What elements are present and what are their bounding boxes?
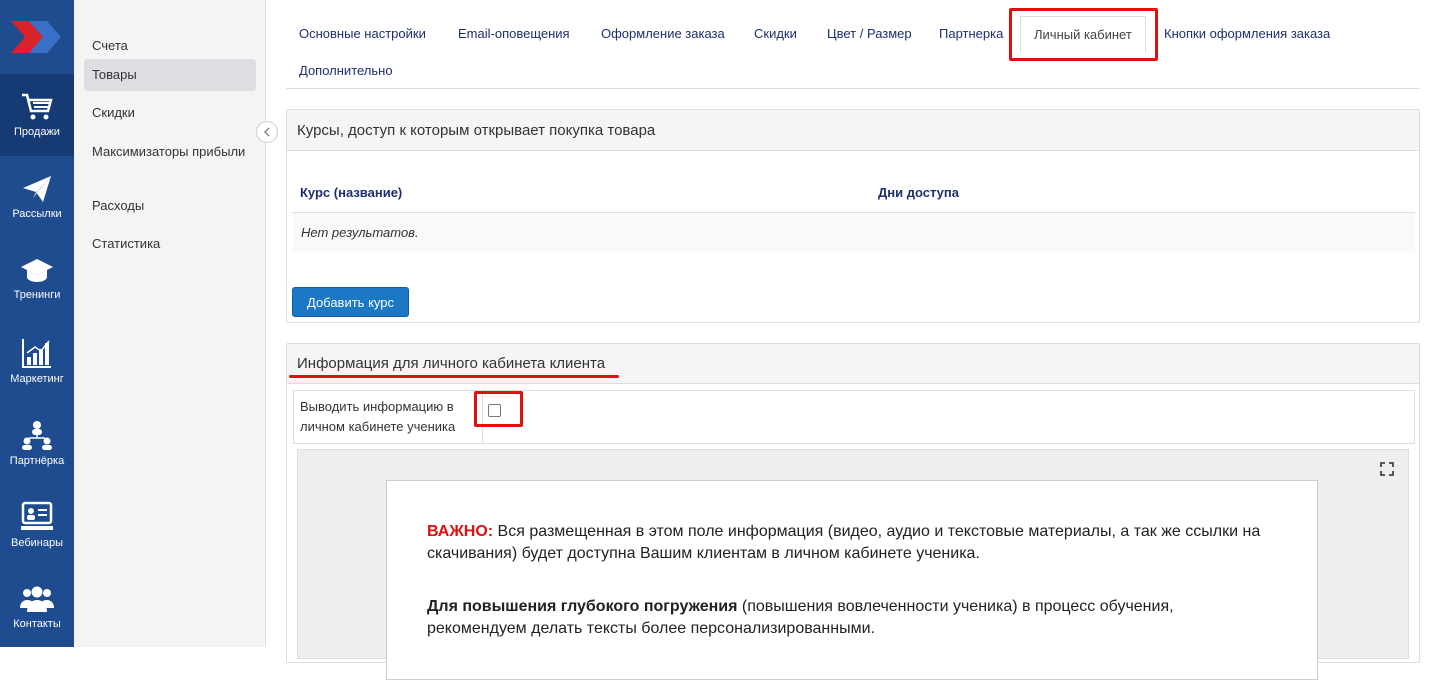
rail-label: Продажи [14,126,60,138]
cart-icon [22,93,53,120]
cabinet-panel-title: Информация для личного кабинета клиента [287,344,1419,384]
show-info-checkbox[interactable] [488,404,501,417]
submenu-item-statistics[interactable]: Статистика [84,228,256,260]
rail-item-trainings[interactable]: Тренинги [0,238,74,320]
row-divider [482,391,483,443]
tab-discounts[interactable]: Скидки [754,26,797,41]
app-logo[interactable] [0,0,74,74]
rail-item-marketing[interactable]: Маркетинг [0,320,74,402]
rich-text-editor[interactable]: ВАЖНО: Вся размещенная в этом поле инфор… [297,449,1409,680]
rail-item-webinars[interactable]: Вебинары [0,484,74,566]
tab-additional[interactable]: Дополнительно [299,63,393,78]
show-info-row: Выводить информацию в личном кабинете уч… [293,390,1415,444]
tab-order-buttons[interactable]: Кнопки оформления заказа [1164,26,1330,41]
show-info-label: Выводить информацию в личном кабинете уч… [300,399,456,434]
submenu-item-products[interactable]: Товары [84,59,256,91]
network-icon [22,421,52,450]
rail-item-sales[interactable]: Продажи [0,74,74,156]
chart-icon [22,339,51,368]
rail-item-partners[interactable]: Партнёрка [0,402,74,484]
add-course-button[interactable]: Добавить курс [292,287,409,317]
column-access-days: Дни доступа [878,185,959,200]
submenu-item-invoices[interactable]: Счета [84,30,256,62]
empty-results-row: Нет результатов. [293,212,1415,252]
rail-item-mailings[interactable]: Рассылки [0,156,74,238]
tip-paragraph: Для повышения глубокого погружения (повы… [427,596,1277,640]
paper-plane-icon [23,176,51,202]
tab-order-form[interactable]: Оформление заказа [601,26,725,41]
tab-affiliate[interactable]: Партнерка [939,26,1003,41]
warning-paragraph: ВАЖНО: Вся размещенная в этом поле инфор… [427,521,1277,565]
rail-label: Партнёрка [9,455,65,467]
tab-email-notifications[interactable]: Email-оповещения [458,26,570,41]
rail-item-contacts[interactable]: Контакты [0,566,74,648]
app-rail: Продажи Рассылки Тренинги Маркетинг Парт… [0,0,74,647]
warning-text: Вся размещенная в этом поле информация (… [427,523,1261,562]
submenu-item-profit-maximizers[interactable]: Максимизаторы прибыли [84,136,256,168]
product-settings-tabs: Основные настройки Email-оповещения Офор… [286,0,1420,89]
courses-panel-title: Курсы, доступ к которым открывает покупк… [287,110,1419,151]
courses-panel: Курсы, доступ к которым открывает покупк… [286,109,1420,323]
rail-label: Тренинги [13,289,61,301]
presentation-icon [21,501,53,530]
chevron-left-icon [263,127,270,137]
rail-label: Вебинары [11,537,63,549]
users-icon [20,586,54,612]
fullscreen-icon[interactable] [1380,462,1394,481]
submenu-item-expenses[interactable]: Расходы [84,190,256,222]
rail-label: Рассылки [12,208,62,220]
collapse-submenu-button[interactable] [256,121,278,143]
rail-label: Маркетинг [10,373,64,385]
tab-color-size[interactable]: Цвет / Размер [827,26,912,41]
column-course-name: Курс (название) [300,185,403,200]
tab-personal-cabinet[interactable]: Личный кабинет [1020,16,1146,53]
submenu-item-discounts[interactable]: Скидки [84,97,256,129]
sales-submenu: Счета Товары Скидки Максимизаторы прибыл… [74,0,266,647]
warning-label: ВАЖНО: [427,523,494,540]
cabinet-info-panel: Информация для личного кабинета клиента … [286,343,1420,680]
tab-basic-settings[interactable]: Основные настройки [299,26,426,41]
rail-label: Контакты [13,618,61,630]
editor-document[interactable]: ВАЖНО: Вся размещенная в этом поле инфор… [386,480,1318,680]
graduation-cap-icon [21,259,53,282]
tip-bold-text: Для повышения глубокого погружения [427,598,738,615]
highlight-underline [289,375,619,378]
main-content: Основные настройки Email-оповещения Офор… [286,0,1420,680]
